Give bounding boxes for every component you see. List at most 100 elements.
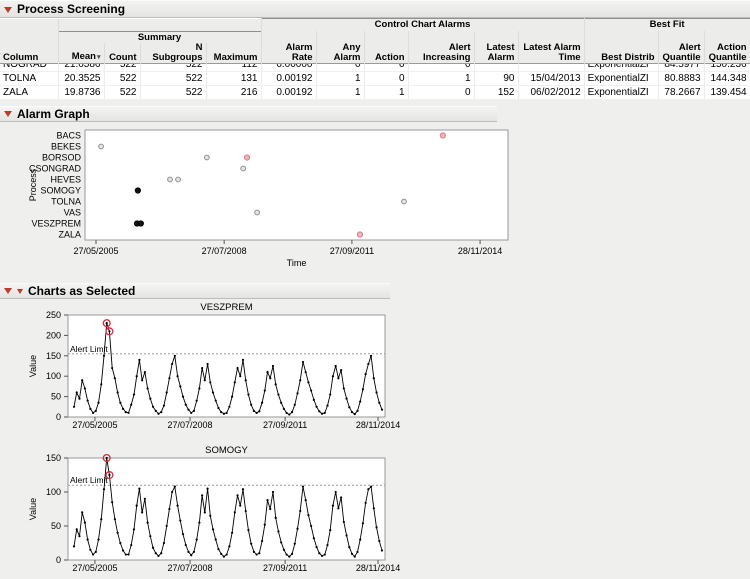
data-point[interactable]: [168, 507, 170, 509]
data-point[interactable]: [78, 397, 80, 399]
data-point[interactable]: [305, 499, 307, 501]
data-point[interactable]: [130, 543, 132, 545]
data-point[interactable]: [239, 504, 241, 506]
data-point[interactable]: [185, 543, 187, 545]
data-point[interactable]: [231, 531, 233, 533]
data-point[interactable]: [373, 377, 375, 379]
data-point[interactable]: [209, 514, 211, 516]
alarm-point-tolna[interactable]: [402, 199, 407, 204]
data-point[interactable]: [348, 545, 350, 547]
table-cell[interactable]: 152: [474, 85, 518, 99]
table-cell[interactable]: 19.8736: [58, 85, 104, 99]
data-point[interactable]: [157, 554, 159, 556]
data-point[interactable]: [117, 391, 119, 393]
data-point[interactable]: [182, 395, 184, 397]
column-header[interactable]: Any Alarm: [316, 31, 364, 63]
data-point[interactable]: [294, 542, 296, 544]
data-point[interactable]: [381, 408, 383, 410]
data-point[interactable]: [141, 379, 143, 381]
data-point[interactable]: [266, 371, 268, 373]
data-point[interactable]: [76, 391, 78, 393]
table-cell[interactable]: 0: [364, 63, 408, 71]
table-cell[interactable]: 78.2667: [658, 85, 704, 99]
data-point[interactable]: [324, 553, 326, 555]
data-point[interactable]: [185, 403, 187, 405]
column-header[interactable]: Action Quantile: [704, 31, 750, 63]
data-point[interactable]: [378, 401, 380, 403]
table-cell[interactable]: 112: [206, 63, 261, 71]
data-point[interactable]: [272, 364, 274, 366]
data-point[interactable]: [329, 528, 331, 530]
data-point[interactable]: [362, 388, 364, 390]
data-point[interactable]: [111, 501, 113, 503]
data-point[interactable]: [245, 509, 247, 511]
data-point[interactable]: [269, 377, 271, 379]
data-point[interactable]: [318, 552, 320, 554]
data-point[interactable]: [146, 521, 148, 523]
table-cell[interactable]: 522: [140, 85, 206, 99]
data-point[interactable]: [196, 538, 198, 540]
data-point[interactable]: [302, 485, 304, 487]
table-cell[interactable]: 0.00192: [261, 71, 316, 85]
table-cell[interactable]: ExponentialZI: [584, 85, 658, 99]
data-point[interactable]: [288, 413, 290, 415]
table-cell[interactable]: 0: [408, 63, 474, 71]
data-point[interactable]: [307, 381, 309, 383]
data-point[interactable]: [119, 541, 121, 543]
data-point[interactable]: [337, 377, 339, 379]
data-point[interactable]: [329, 393, 331, 395]
data-point[interactable]: [280, 401, 282, 403]
data-point[interactable]: [264, 523, 266, 525]
data-point[interactable]: [356, 550, 358, 552]
data-point[interactable]: [236, 494, 238, 496]
data-point[interactable]: [236, 366, 238, 368]
data-point[interactable]: [204, 511, 206, 513]
data-point[interactable]: [365, 373, 367, 375]
data-point[interactable]: [318, 410, 320, 412]
data-point[interactable]: [84, 387, 86, 389]
table-cell[interactable]: 80.8883: [658, 71, 704, 85]
data-point[interactable]: [378, 539, 380, 541]
data-point[interactable]: [310, 389, 312, 391]
table-cell[interactable]: 0.00192: [261, 85, 316, 99]
data-point[interactable]: [247, 528, 249, 530]
data-point[interactable]: [256, 411, 258, 413]
data-point[interactable]: [95, 550, 97, 552]
table-cell[interactable]: 522: [140, 71, 206, 85]
data-point[interactable]: [348, 406, 350, 408]
data-point[interactable]: [340, 368, 342, 370]
data-point[interactable]: [264, 389, 266, 391]
table-cell[interactable]: 1: [408, 71, 474, 85]
data-point[interactable]: [81, 379, 83, 381]
data-point[interactable]: [370, 485, 372, 487]
data-point[interactable]: [337, 507, 339, 509]
data-point[interactable]: [359, 538, 361, 540]
data-point[interactable]: [171, 490, 173, 492]
disclosure-triangle-icon[interactable]: [4, 7, 12, 13]
alarm-point-vas[interactable]: [255, 210, 260, 215]
data-point[interactable]: [261, 401, 263, 403]
alarm-point-somogy[interactable]: [135, 187, 140, 192]
data-point[interactable]: [226, 553, 228, 555]
data-point[interactable]: [367, 362, 369, 364]
table-cell[interactable]: ZALA: [0, 85, 58, 99]
table-cell[interactable]: 522: [104, 85, 140, 99]
data-point[interactable]: [163, 541, 165, 543]
data-point[interactable]: [228, 545, 230, 547]
data-point[interactable]: [242, 488, 244, 490]
alarm-point-bekes[interactable]: [99, 144, 104, 149]
data-point[interactable]: [343, 387, 345, 389]
data-point[interactable]: [299, 379, 301, 381]
data-point[interactable]: [100, 383, 102, 385]
data-point[interactable]: [291, 552, 293, 554]
data-point[interactable]: [127, 553, 129, 555]
alarm-point-bacs[interactable]: [440, 132, 445, 137]
data-point[interactable]: [253, 550, 255, 552]
column-header[interactable]: Alert Increasing: [408, 31, 474, 63]
data-point[interactable]: [187, 550, 189, 552]
data-point[interactable]: [223, 555, 225, 557]
data-point[interactable]: [160, 552, 162, 554]
data-point[interactable]: [144, 371, 146, 373]
data-point[interactable]: [296, 527, 298, 529]
data-point[interactable]: [108, 473, 110, 475]
